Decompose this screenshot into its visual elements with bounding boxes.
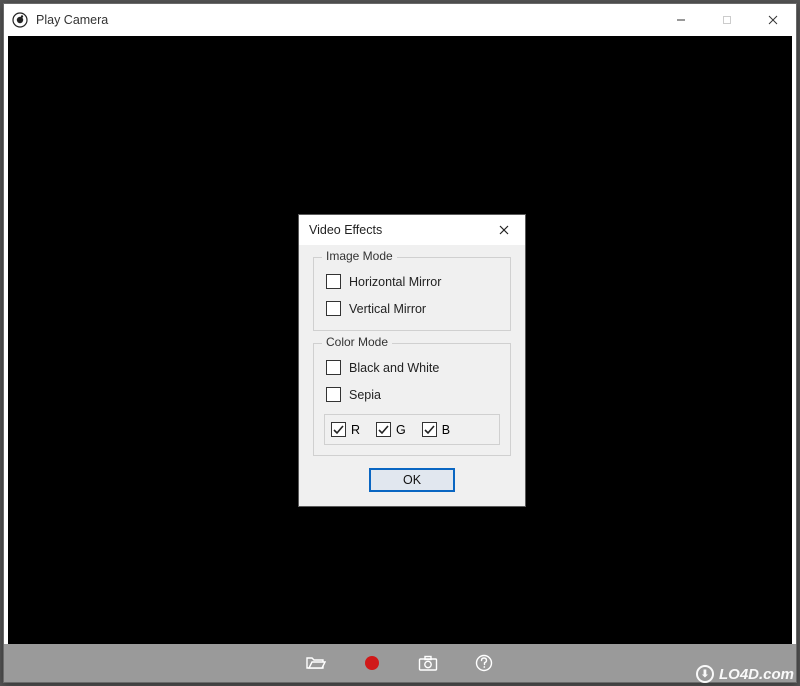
horizontal-mirror-checkbox[interactable] bbox=[326, 274, 341, 289]
b-channel-row[interactable]: B bbox=[422, 422, 450, 437]
dialog-close-button[interactable] bbox=[483, 216, 525, 244]
app-icon bbox=[12, 12, 28, 28]
dialog-body: Image Mode Horizontal Mirror Vertical Mi… bbox=[299, 245, 525, 506]
color-mode-legend: Color Mode bbox=[322, 335, 392, 349]
black-white-checkbox[interactable] bbox=[326, 360, 341, 375]
camera-icon[interactable] bbox=[418, 653, 438, 673]
g-checkbox[interactable] bbox=[376, 422, 391, 437]
image-mode-group: Image Mode Horizontal Mirror Vertical Mi… bbox=[313, 257, 511, 331]
dialog-button-row: OK bbox=[313, 468, 511, 492]
image-mode-legend: Image Mode bbox=[322, 249, 397, 263]
folder-open-icon[interactable] bbox=[306, 653, 326, 673]
video-viewport: Video Effects Image Mode Horizontal Mirr… bbox=[8, 36, 792, 644]
close-button[interactable] bbox=[750, 5, 796, 35]
titlebar: Play Camera bbox=[4, 4, 796, 36]
sepia-checkbox[interactable] bbox=[326, 387, 341, 402]
watermark-icon: ⬇ bbox=[696, 665, 714, 683]
g-label: G bbox=[396, 423, 406, 437]
watermark: ⬇ LO4D.com bbox=[696, 665, 794, 683]
b-label: B bbox=[442, 423, 450, 437]
minimize-button[interactable] bbox=[658, 5, 704, 35]
window-controls bbox=[658, 5, 796, 35]
color-mode-group: Color Mode Black and White Sepia bbox=[313, 343, 511, 456]
b-checkbox[interactable] bbox=[422, 422, 437, 437]
maximize-button bbox=[704, 5, 750, 35]
dialog-titlebar: Video Effects bbox=[299, 215, 525, 245]
r-channel-row[interactable]: R bbox=[331, 422, 360, 437]
vertical-mirror-row[interactable]: Vertical Mirror bbox=[326, 301, 500, 316]
video-effects-dialog: Video Effects Image Mode Horizontal Mirr… bbox=[298, 214, 526, 507]
record-icon[interactable] bbox=[362, 653, 382, 673]
horizontal-mirror-row[interactable]: Horizontal Mirror bbox=[326, 274, 500, 289]
r-label: R bbox=[351, 423, 360, 437]
r-checkbox[interactable] bbox=[331, 422, 346, 437]
vertical-mirror-label: Vertical Mirror bbox=[349, 302, 426, 316]
dialog-title: Video Effects bbox=[309, 223, 382, 237]
sepia-label: Sepia bbox=[349, 388, 381, 402]
vertical-mirror-checkbox[interactable] bbox=[326, 301, 341, 316]
black-white-label: Black and White bbox=[349, 361, 439, 375]
window-title: Play Camera bbox=[36, 13, 658, 27]
main-window: Play Camera Video Effects bbox=[3, 3, 797, 683]
ok-button[interactable]: OK bbox=[369, 468, 455, 492]
record-dot-icon bbox=[365, 656, 379, 670]
g-channel-row[interactable]: G bbox=[376, 422, 406, 437]
watermark-text: LO4D.com bbox=[719, 666, 794, 683]
rgb-row: R G B bbox=[324, 414, 500, 445]
horizontal-mirror-label: Horizontal Mirror bbox=[349, 275, 441, 289]
bottom-toolbar bbox=[4, 644, 796, 682]
black-white-row[interactable]: Black and White bbox=[326, 360, 500, 375]
sepia-row[interactable]: Sepia bbox=[326, 387, 500, 402]
help-icon[interactable] bbox=[474, 653, 494, 673]
